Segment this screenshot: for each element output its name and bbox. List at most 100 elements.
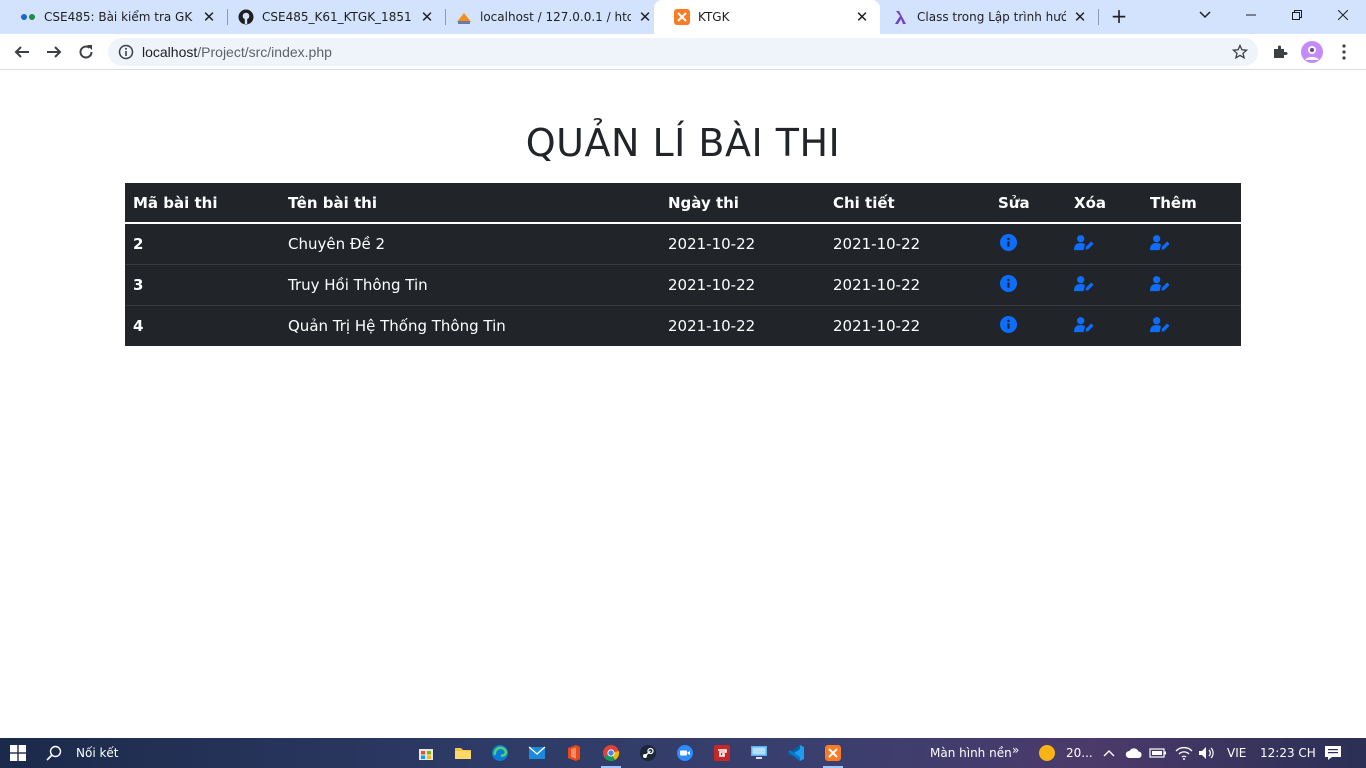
- clock[interactable]: 12:23 CH: [1260, 741, 1316, 765]
- cell-exam-name: Truy Hồi Thông Tin: [280, 263, 660, 305]
- steam-icon[interactable]: [636, 741, 660, 765]
- table-row: 3 Truy Hồi Thông Tin 2021-10-22 2021-10-…: [125, 263, 1241, 305]
- delete-user-edit-icon[interactable]: [1074, 273, 1094, 293]
- weather-sun-icon[interactable]: [1037, 741, 1057, 765]
- tab-ktgk[interactable]: KTGK ✕: [654, 0, 880, 34]
- table-row: 2 Chuyên Đề 2 2021-10-22 2021-10-22: [125, 223, 1241, 264]
- profile-avatar[interactable]: [1298, 38, 1326, 66]
- cell-exam-date: 2021-10-22: [668, 234, 756, 253]
- input-language[interactable]: VIE: [1227, 741, 1246, 765]
- store-icon[interactable]: [414, 741, 438, 765]
- onedrive-cloud-icon[interactable]: [1124, 741, 1144, 765]
- garena-icon[interactable]: [710, 741, 734, 765]
- cell-add: [1142, 304, 1241, 346]
- delete-user-edit-icon[interactable]: [1074, 315, 1094, 335]
- cell-delete: [1066, 223, 1142, 264]
- close-icon: [1338, 10, 1348, 20]
- back-button[interactable]: [8, 38, 36, 66]
- close-icon[interactable]: ✕: [1072, 8, 1088, 26]
- delete-user-edit-icon[interactable]: [1074, 233, 1094, 253]
- toolbar-chevron-icon[interactable]: »: [1012, 738, 1019, 762]
- wifi-icon[interactable]: [1174, 741, 1194, 765]
- lambda-icon: [893, 9, 909, 25]
- arrow-right-icon: [47, 46, 62, 58]
- cell-edit: [990, 263, 1066, 305]
- xampp-icon[interactable]: [821, 741, 845, 768]
- tab-title: CSE485: Bài kiểm tra GK (Mã: [44, 10, 195, 24]
- cell-exam-id: 3: [125, 263, 280, 305]
- search-box-label[interactable]: Nối kết: [76, 741, 119, 765]
- notification-center-icon[interactable]: [1323, 741, 1343, 765]
- arrow-left-icon: [14, 46, 29, 58]
- cell-add: [1142, 223, 1241, 264]
- restore-button[interactable]: [1274, 0, 1320, 30]
- dots-icon: [20, 9, 36, 25]
- file-explorer-icon[interactable]: [451, 741, 475, 765]
- minimize-button[interactable]: [1228, 0, 1274, 30]
- cell-edit: [990, 223, 1066, 264]
- close-icon[interactable]: ✕: [419, 8, 435, 26]
- tab-class-oop[interactable]: Class trong Lập trình hướng ✕: [873, 0, 1098, 34]
- start-button[interactable]: [8, 741, 28, 765]
- chrome-icon[interactable]: [599, 741, 623, 768]
- close-icon[interactable]: ✕: [854, 8, 870, 26]
- desktop-toolbar-label[interactable]: Màn hình nền: [930, 741, 1012, 765]
- edit-info-icon[interactable]: [998, 315, 1018, 335]
- header-edit: Sửa: [990, 183, 1066, 224]
- close-icon[interactable]: ✕: [637, 8, 653, 26]
- tab-search-button[interactable]: [1182, 0, 1228, 30]
- office-icon[interactable]: [562, 741, 586, 765]
- cell-detail: 2021-10-22: [833, 234, 921, 253]
- chevron-down-icon: [1199, 11, 1211, 19]
- cell-add: [1142, 263, 1241, 305]
- remote-desktop-icon[interactable]: [747, 741, 771, 765]
- edit-info-icon[interactable]: [998, 233, 1018, 253]
- vscode-icon[interactable]: [784, 741, 808, 765]
- edge-icon[interactable]: [488, 741, 512, 765]
- cell-delete: [1066, 263, 1142, 305]
- bookmark-star-icon[interactable]: [1231, 43, 1249, 60]
- zoom-icon[interactable]: [673, 741, 697, 765]
- add-user-edit-icon[interactable]: [1150, 273, 1170, 293]
- cell-edit: [990, 304, 1066, 346]
- cell-exam-date: 2021-10-22: [660, 263, 825, 305]
- reload-button[interactable]: [72, 38, 100, 66]
- phpmyadmin-icon: [456, 9, 472, 25]
- tab-github[interactable]: CSE485_K61_KTGK_18511615 ✕: [218, 0, 445, 34]
- tab-cse485-assignment[interactable]: CSE485: Bài kiểm tra GK (Mã ✕: [0, 0, 227, 34]
- tab-separator: [1098, 9, 1099, 25]
- cell-exam-name: Chuyên Đề 2: [288, 234, 386, 253]
- info-icon[interactable]: [118, 44, 134, 60]
- extensions-button[interactable]: [1266, 38, 1294, 66]
- weather-temperature[interactable]: 20...: [1066, 741, 1093, 765]
- xampp-icon: [674, 9, 690, 25]
- url-host: localhost: [142, 44, 198, 60]
- close-icon[interactable]: ✕: [201, 8, 217, 26]
- mail-icon[interactable]: [525, 741, 549, 765]
- tab-title: Class trong Lập trình hướng: [917, 10, 1066, 24]
- address-bar[interactable]: localhost/Project/src/index.php: [108, 38, 1258, 66]
- volume-icon[interactable]: [1197, 741, 1217, 765]
- edit-info-icon[interactable]: [998, 273, 1018, 293]
- chevron-up-icon[interactable]: [1100, 741, 1118, 765]
- minimize-icon: [1246, 14, 1256, 16]
- battery-icon[interactable]: [1148, 741, 1168, 765]
- url-text: localhost/Project/src/index.php: [142, 44, 332, 60]
- search-icon[interactable]: [44, 741, 64, 765]
- cell-exam-date: 2021-10-22: [660, 304, 825, 346]
- page-title: QUẢN LÍ BÀI THI: [525, 121, 841, 165]
- add-user-edit-icon[interactable]: [1150, 315, 1170, 335]
- windows-logo-icon: [10, 745, 26, 761]
- tab-title: KTGK: [698, 10, 730, 24]
- menu-button[interactable]: [1330, 38, 1358, 66]
- forward-button[interactable]: [40, 38, 68, 66]
- cell-delete: [1066, 304, 1142, 346]
- url-path: /Project/src/index.php: [197, 44, 332, 60]
- tab-phpmyadmin[interactable]: localhost / 127.0.0.1 / htqlthi ✕: [436, 0, 663, 34]
- new-tab-button[interactable]: +: [1107, 5, 1131, 29]
- browser-toolbar: localhost/Project/src/index.php: [0, 34, 1366, 70]
- add-user-edit-icon[interactable]: [1150, 233, 1170, 253]
- table-header-row: Mã bài thi Tên bài thi Ngày thi Chi tiết…: [125, 183, 1241, 224]
- puzzle-icon: [1274, 45, 1288, 58]
- window-close-button[interactable]: [1320, 0, 1366, 30]
